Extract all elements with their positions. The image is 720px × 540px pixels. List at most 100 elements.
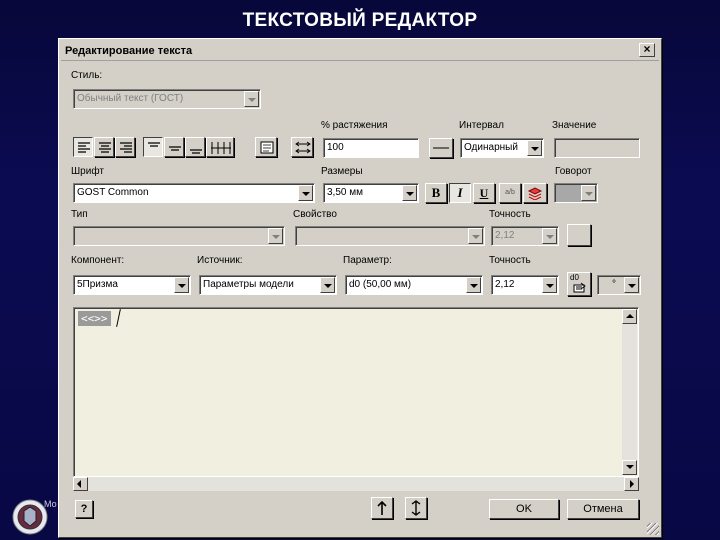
italic-button[interactable]: I bbox=[449, 183, 471, 203]
move-down-button[interactable] bbox=[405, 497, 427, 519]
close-button[interactable]: × bbox=[639, 43, 655, 57]
parameter-select[interactable]: d0 (50,00 мм) bbox=[345, 275, 483, 295]
property-label: Свойство bbox=[293, 209, 337, 220]
scroll-left-button[interactable] bbox=[73, 477, 88, 491]
align-center-icon bbox=[99, 142, 111, 153]
dialog-titlebar: Редактирование текста × bbox=[61, 41, 659, 61]
chevron-down-icon bbox=[542, 277, 557, 293]
stretch-icon bbox=[295, 141, 311, 154]
insert-parameter-button[interactable]: d0 bbox=[567, 272, 591, 296]
color-button[interactable] bbox=[523, 183, 547, 203]
layers-icon bbox=[527, 187, 543, 200]
text-edit-dialog: Редактирование текста × Стиль: Обычный т… bbox=[58, 38, 662, 538]
text-caret bbox=[116, 309, 121, 327]
valign-top-icon bbox=[148, 142, 160, 147]
value-label: Значение bbox=[552, 120, 597, 131]
symbol-select[interactable]: ° bbox=[597, 275, 641, 295]
underline-button[interactable]: U bbox=[473, 183, 495, 203]
align-left-button[interactable] bbox=[73, 137, 93, 157]
precision-label-1: Точность bbox=[489, 209, 531, 220]
stretch-label: % растяжения bbox=[321, 120, 388, 131]
bold-button[interactable]: B bbox=[425, 183, 447, 203]
chevron-down-icon bbox=[624, 277, 639, 293]
parameter-select-value: d0 (50,00 мм) bbox=[349, 279, 412, 290]
source-select-value: Параметры модели bbox=[203, 279, 294, 290]
type-select bbox=[73, 226, 285, 246]
scroll-right-button[interactable] bbox=[624, 477, 639, 491]
font-select[interactable]: GOST Common bbox=[73, 183, 315, 203]
value-input bbox=[554, 138, 640, 158]
vertical-scrollbar[interactable] bbox=[622, 309, 637, 475]
text-frame-button[interactable] bbox=[255, 137, 277, 157]
chevron-down-icon bbox=[542, 228, 557, 244]
insert-parameter-label: d0 bbox=[570, 273, 579, 282]
style-select-value: Обычный текст (ГОСТ) bbox=[77, 93, 184, 104]
insert-parameter-icon bbox=[573, 282, 586, 293]
precision-extra-button bbox=[567, 224, 591, 246]
help-button[interactable]: ? bbox=[75, 500, 93, 518]
stretch-input[interactable]: 100 bbox=[323, 138, 419, 158]
valign-top-button[interactable] bbox=[143, 137, 163, 157]
horizontal-scrollbar[interactable] bbox=[73, 477, 639, 491]
ok-button[interactable]: OK bbox=[489, 499, 559, 519]
precision-label-2: Точность bbox=[489, 255, 531, 266]
interval-button[interactable] bbox=[429, 138, 453, 158]
precision-select-1: 2,12 bbox=[491, 226, 559, 246]
distribute-button[interactable] bbox=[206, 137, 234, 157]
align-left-icon bbox=[78, 142, 90, 153]
font-label: Шрифт bbox=[71, 166, 104, 177]
field-token[interactable]: <<>> bbox=[78, 311, 111, 326]
align-right-icon bbox=[120, 142, 132, 153]
scroll-down-button[interactable] bbox=[622, 460, 637, 475]
parameter-label: Параметр: bbox=[343, 255, 392, 266]
chevron-down-icon bbox=[527, 140, 542, 156]
arrow-updown-icon bbox=[411, 500, 421, 516]
sizes-label: Размеры bbox=[321, 166, 363, 177]
stretch-button[interactable] bbox=[291, 137, 313, 157]
source-select[interactable]: Параметры модели bbox=[199, 275, 337, 295]
arrow-up-icon bbox=[377, 501, 387, 515]
symbol-select-value: ° bbox=[612, 279, 616, 290]
text-frame-icon bbox=[260, 141, 274, 154]
chevron-down-icon bbox=[466, 277, 481, 293]
precision-select-2-value: 2,12 bbox=[495, 279, 515, 290]
interval-select[interactable]: Одинарный bbox=[460, 138, 544, 158]
valign-bottom-icon bbox=[190, 149, 202, 154]
source-label: Источник: bbox=[197, 255, 243, 266]
style-select: Обычный текст (ГОСТ) bbox=[73, 89, 261, 109]
valign-bottom-button[interactable] bbox=[185, 137, 205, 157]
distribute-icon bbox=[211, 142, 231, 154]
emblem-logo bbox=[12, 499, 48, 535]
chevron-down-icon bbox=[402, 185, 417, 201]
style-label: Стиль: bbox=[71, 70, 103, 81]
chevron-down-icon bbox=[298, 185, 313, 201]
align-center-button[interactable] bbox=[94, 137, 114, 157]
move-up-button[interactable] bbox=[371, 497, 393, 519]
line-spacing-icon bbox=[433, 147, 449, 149]
resize-grip[interactable] bbox=[647, 523, 659, 535]
component-select-value: 5Призма bbox=[77, 279, 118, 290]
font-select-value: GOST Common bbox=[77, 187, 149, 198]
component-select[interactable]: 5Призма bbox=[73, 275, 191, 295]
chevron-down-icon bbox=[244, 91, 259, 107]
scroll-up-button[interactable] bbox=[622, 309, 637, 324]
chevron-down-icon bbox=[581, 185, 596, 201]
cancel-button[interactable]: Отмена bbox=[567, 499, 639, 519]
type-label: Тип bbox=[71, 209, 88, 220]
text-editor-area[interactable]: <<>> bbox=[73, 307, 639, 477]
valign-middle-button[interactable] bbox=[164, 137, 184, 157]
logo-caption: Мо bbox=[44, 499, 57, 509]
fraction-button[interactable]: a/b bbox=[499, 183, 521, 203]
chevron-down-icon bbox=[320, 277, 335, 293]
precision-select-1-value: 2,12 bbox=[495, 230, 515, 241]
rotation-select bbox=[554, 183, 598, 203]
align-right-button[interactable] bbox=[115, 137, 135, 157]
precision-select-2[interactable]: 2,12 bbox=[491, 275, 559, 295]
chevron-down-icon bbox=[174, 277, 189, 293]
component-label: Компонент: bbox=[71, 255, 125, 266]
rotation-label: Говорот bbox=[555, 166, 592, 177]
chevron-down-icon bbox=[468, 228, 483, 244]
sizes-select[interactable]: 3,50 мм bbox=[323, 183, 419, 203]
dialog-title: Редактирование текста bbox=[65, 45, 193, 57]
slide-title: ТЕКСТОВЫЙ РЕДАКТОР bbox=[242, 10, 478, 31]
